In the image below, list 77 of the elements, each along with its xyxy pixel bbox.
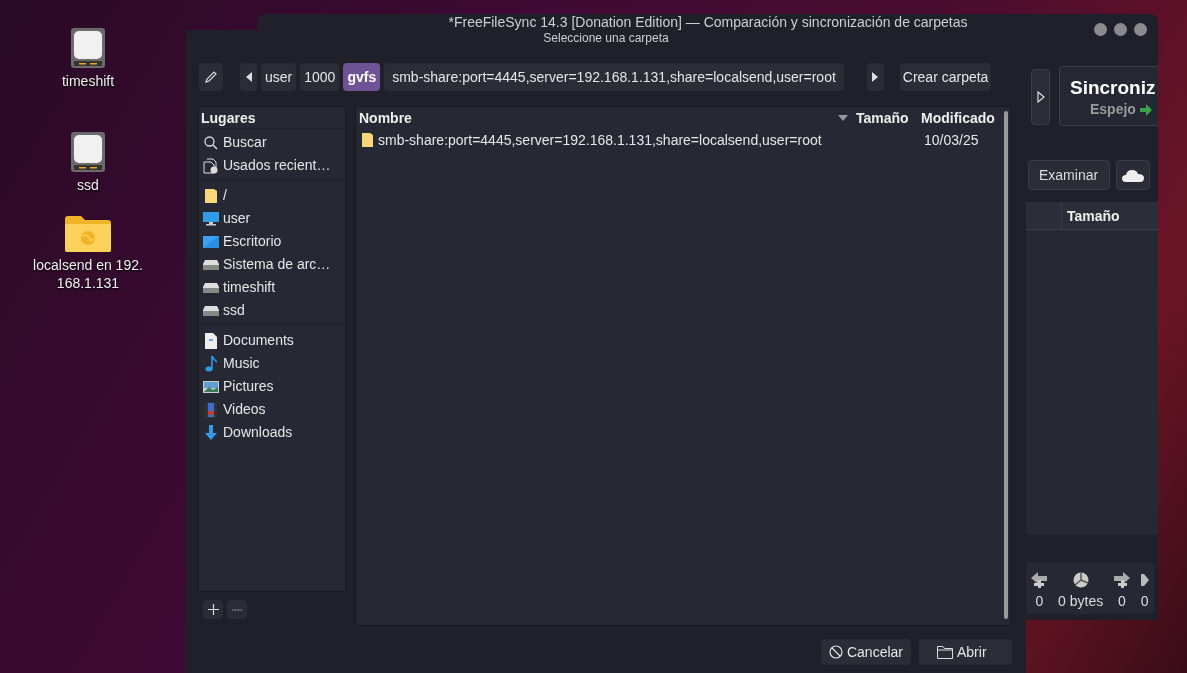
scroll-right-button[interactable] [866,63,884,91]
right-arrow-icon [872,72,879,82]
drive-icon [203,305,219,316]
status-count: 0 [1035,592,1044,611]
arrow-icon [1139,103,1152,116]
right-arrow-icon [1140,572,1149,588]
cancel-icon [828,645,843,659]
image-icon [203,380,219,393]
cloud-icon [1122,168,1144,182]
places-header: Lugares [199,107,345,129]
place-item[interactable]: Documents [199,329,345,352]
network-folder-icon [65,216,111,252]
left-arrow-icon [245,72,252,82]
column-header[interactable]: Tamaño [856,107,918,129]
left-plus-arrow-icon [1031,572,1048,588]
folder-icon [362,133,373,147]
folder-icon [937,645,953,659]
file-date: 10/03/25 [924,131,979,148]
computer-icon [203,211,219,226]
path-button[interactable]: 1000 [300,63,340,91]
place-item[interactable]: ssd [199,299,345,322]
path-button[interactable]: gvfs [343,63,381,91]
place-item[interactable]: / [199,184,345,207]
download-arrow-icon [204,424,218,441]
place-item[interactable]: Usados recient… [199,154,345,177]
place-item[interactable]: Escritorio [199,230,345,253]
place-item[interactable]: Pictures [199,375,345,398]
edit-button[interactable] [199,63,223,91]
place-item[interactable]: timeshift [199,276,345,299]
status-count: 0 bytes [1058,592,1104,611]
document-icon [205,332,217,349]
sync-button[interactable]: Sincroniz Espejo [1059,66,1158,126]
drive-icon [203,259,219,270]
window-title: *FreeFileSync 14.3 [Donation Edition] — Comparación y sincronización de carpetas [447,15,969,29]
window-control[interactable] [1114,23,1127,36]
desktop-icon-label[interactable]: timeshift [61,72,115,90]
place-item[interactable]: Buscar [199,131,345,154]
window-control[interactable] [1094,23,1107,36]
pie-chart-icon [1072,572,1089,588]
place-item[interactable]: Music [199,352,345,375]
cloud-button[interactable] [1116,160,1150,190]
place-item[interactable]: Videos [199,398,345,421]
play-icon [1036,91,1045,103]
path-button[interactable]: smb-share:port=4445,server=192.168.1.131,share=localsend,user=root [384,63,844,91]
desktop-icon [203,235,219,248]
minus-icon [232,608,242,611]
right-plus-arrow-icon [1113,572,1130,588]
expand-button[interactable] [1031,69,1050,125]
open-button[interactable]: Abrir [919,639,1012,665]
plus-icon [207,604,219,615]
drive-icon [71,28,105,68]
dialog-title: Seleccione una carpeta [542,30,670,47]
drive-icon [71,132,105,172]
recent-documents-icon [203,157,219,174]
film-icon [205,401,217,418]
column-header[interactable]: Nombre [356,107,856,129]
scroll-left-button[interactable] [240,63,257,91]
status-count: 0 [1118,592,1126,611]
drive-icon [203,282,219,293]
add-button[interactable] [203,600,223,619]
folder-icon [204,187,218,204]
desktop-icon-label[interactable]: ssd [77,176,99,194]
column-header[interactable]: Modificado [918,107,1000,129]
window-control[interactable] [1134,23,1147,36]
place-item[interactable]: Sistema de arc… [199,253,345,276]
desktop-icon-label[interactable]: localsend en 192. 168.1.131 [33,256,143,292]
browse-button[interactable]: Examinar [1028,160,1110,190]
music-note-icon [205,355,217,372]
status-count: 0 [1140,592,1149,611]
cancel-button[interactable]: Cancelar [820,639,911,665]
search-icon [204,135,218,150]
create-folder-button[interactable]: Crear carpeta [899,63,992,91]
file-name[interactable]: smb-share:port=4445,server=192.168.1.131,share=localsend,user=root [378,129,822,151]
place-item[interactable]: Downloads [199,421,345,444]
path-button[interactable]: user [261,63,297,91]
place-item[interactable]: user [199,207,345,230]
pencil-icon [204,70,218,84]
